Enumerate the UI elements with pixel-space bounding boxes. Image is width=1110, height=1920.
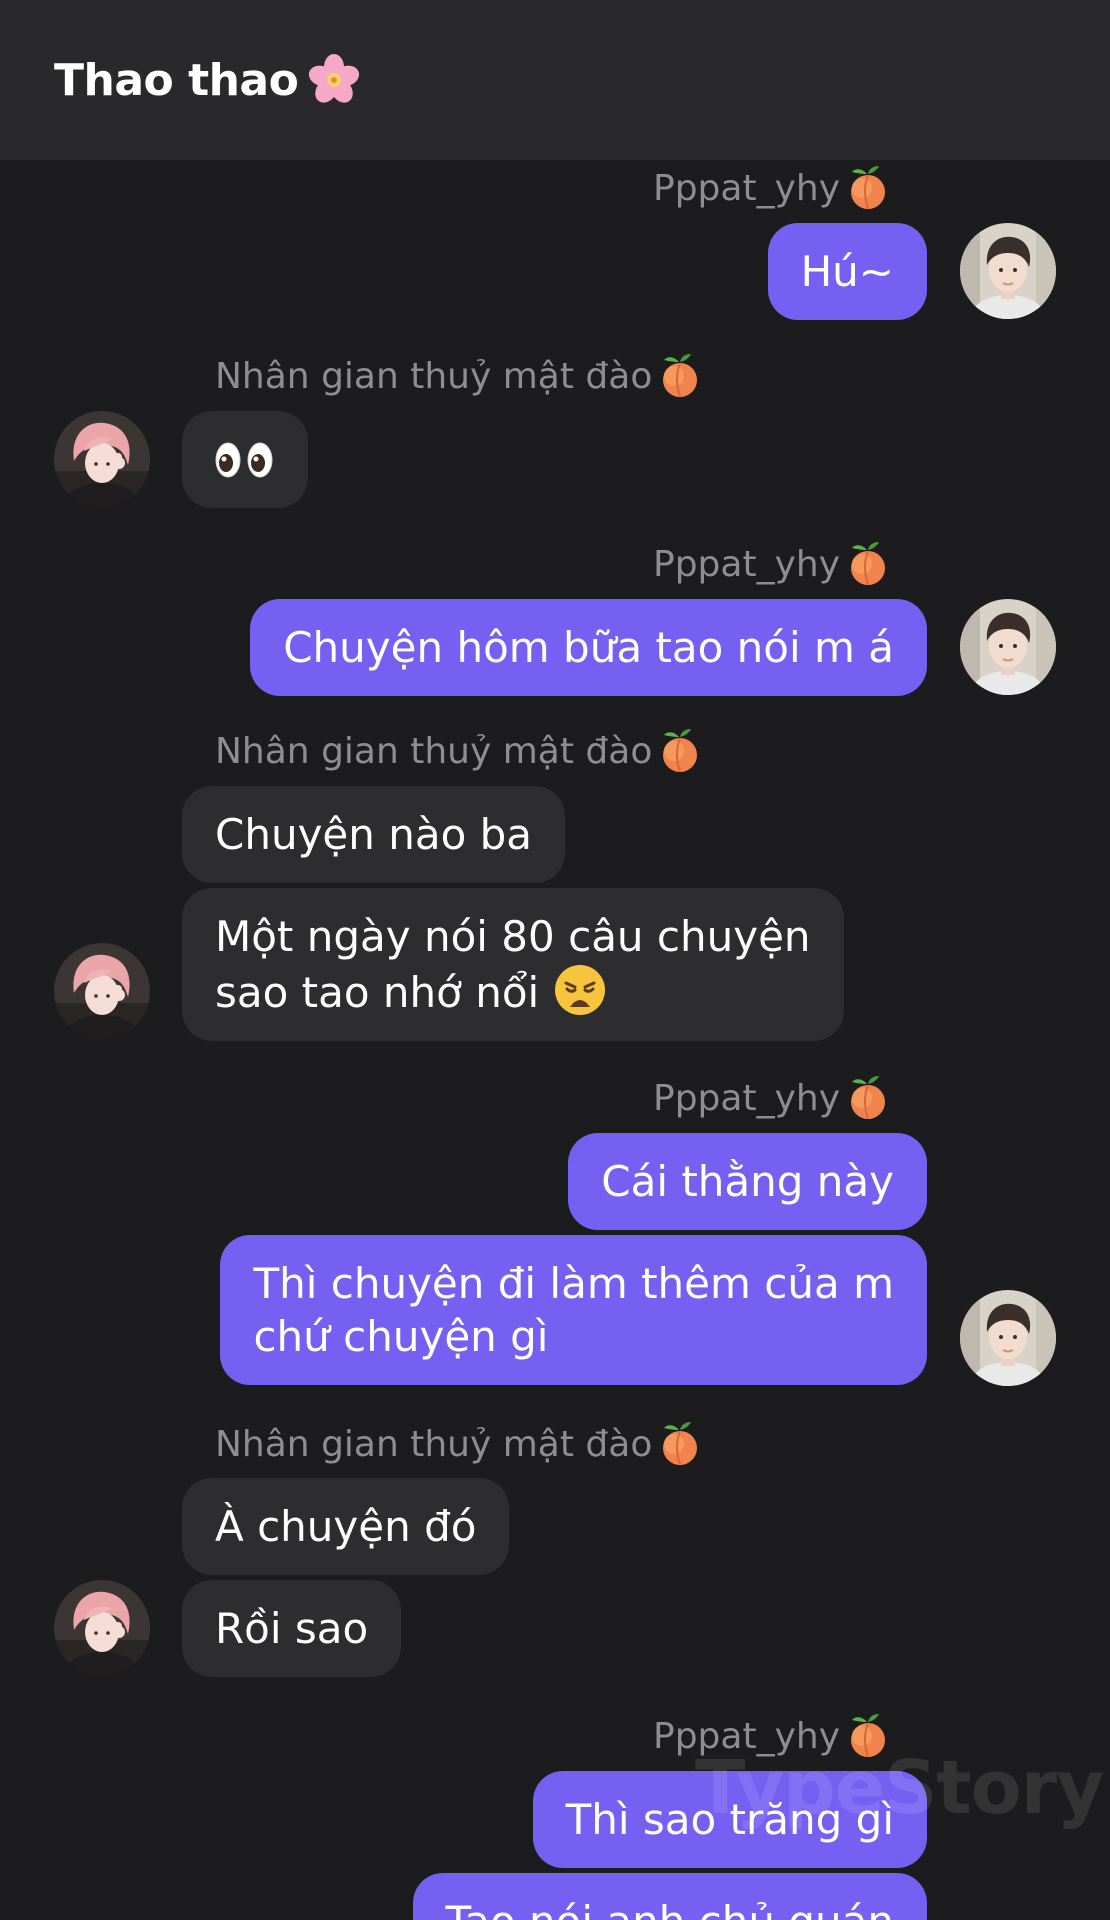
chat-screen: Thao thao Pppat_yhy Hú~ Nhân gian thuỷ m [0,0,1110,1920]
contact-avatar[interactable] [54,411,150,507]
my-avatar[interactable] [960,1290,1056,1386]
peach-icon [844,540,892,588]
message-bubble-outgoing[interactable]: Cái thằng này [568,1133,927,1230]
message-bubble-incoming[interactable]: Một ngày nói 80 câu chuyện sao tao nhớ n… [182,888,844,1041]
peach-icon [844,164,892,212]
sender-name: Pppat_yhy [653,164,892,212]
sender-name: Nhân gian thuỷ mật đào [215,727,704,775]
sender-name: Pppat_yhy [653,1074,892,1122]
my-avatar[interactable] [960,223,1056,319]
peach-icon [844,1074,892,1122]
eyes-emoji-icon [215,442,273,478]
contact-avatar[interactable] [54,943,150,1039]
sender-name: Pppat_yhy [653,540,892,588]
message-bubble-incoming[interactable] [182,411,308,508]
message-bubble-outgoing[interactable]: Hú~ [767,223,927,320]
message-bubble-incoming[interactable]: À chuyện đó [182,1478,510,1575]
peach-icon [656,1420,704,1468]
message-bubble-incoming[interactable]: Rồi sao [182,1580,402,1677]
message-bubble-outgoing[interactable]: Thì sao trăng gì [532,1771,927,1868]
chat-header: Thao thao [0,0,1110,160]
weary-face-icon [554,965,605,1015]
my-avatar[interactable] [960,599,1056,695]
peach-icon [656,727,704,775]
chat-title-text: Thao thao [54,54,299,106]
chat-title[interactable]: Thao thao [54,52,362,108]
message-bubble-incoming[interactable]: Chuyện nào ba [182,786,566,883]
cherry-blossom-icon [309,54,360,103]
sender-name: Pppat_yhy [653,1712,892,1760]
sender-name: Nhân gian thuỷ mật đào [215,1420,704,1468]
peach-icon [844,1712,892,1760]
contact-avatar[interactable] [54,1580,150,1676]
peach-icon [656,352,704,400]
message-bubble-outgoing[interactable]: Thì chuyện đi làm thêm của m chứ chuyện … [220,1235,927,1385]
message-bubble-outgoing[interactable]: Chuyện hôm bữa tao nói m á [250,599,927,696]
sender-name: Nhân gian thuỷ mật đào [215,352,704,400]
message-bubble-outgoing[interactable]: Tao nói anh chủ quán [412,1873,927,1920]
